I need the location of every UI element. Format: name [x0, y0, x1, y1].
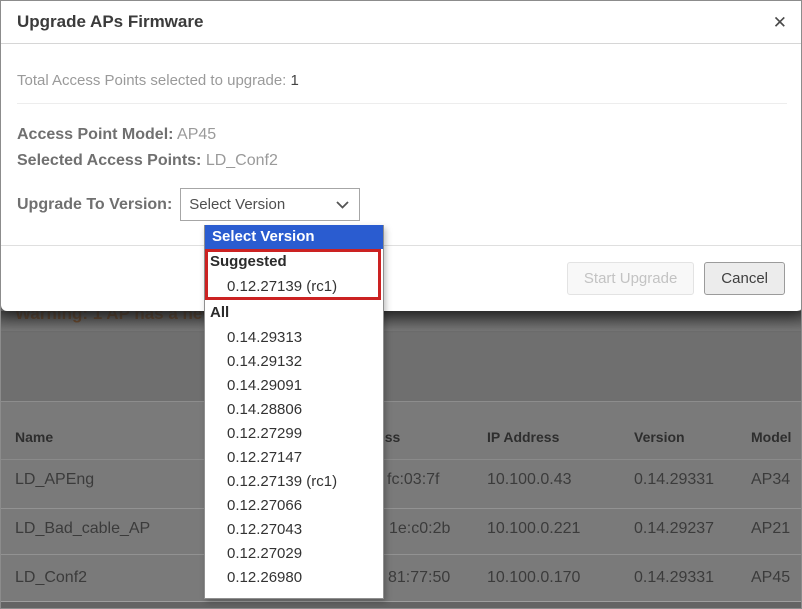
section-divider — [1, 401, 801, 402]
dialog-body: Total Access Points selected to upgrade:… — [1, 72, 802, 221]
selected-count-label: Total Access Points selected to upgrade: — [17, 72, 286, 89]
close-icon[interactable]: ✕ — [773, 14, 787, 31]
table-row-model: AP45 — [751, 569, 790, 587]
divider — [17, 103, 787, 104]
access-point-model-line: Access Point Model: AP45 — [17, 122, 787, 148]
table-row-name: LD_APEng — [15, 471, 94, 489]
dropdown-option[interactable]: 0.12.27139 (rc1) — [205, 274, 383, 300]
dialog-title: Upgrade APs Firmware — [17, 12, 203, 32]
upgrade-version-row: Upgrade To Version: Select Version — [17, 188, 787, 221]
cancel-button[interactable]: Cancel — [704, 262, 785, 295]
table-row-version: 0.14.29237 — [634, 520, 714, 538]
modal-drop-shadow — [1, 311, 801, 333]
selected-access-points-label: Selected Access Points: — [17, 152, 201, 169]
table-row-mac: 81:77:50 — [388, 569, 450, 587]
upgrade-to-version-label: Upgrade To Version: — [17, 196, 172, 214]
table-row-name: LD_Bad_cable_AP — [15, 520, 150, 538]
table-row-version: 0.14.29331 — [634, 471, 714, 489]
dropdown-option[interactable]: 0.14.29091 — [205, 374, 383, 398]
access-point-model-value: AP45 — [177, 126, 216, 143]
version-dropdown-list: Select Version Suggested 0.12.27139 (rc1… — [204, 225, 384, 599]
column-header-version: Version — [634, 429, 685, 445]
dropdown-option[interactable]: 0.14.29313 — [205, 326, 383, 350]
dropdown-option[interactable]: 0.12.26980 — [205, 566, 383, 590]
dropdown-option[interactable]: 0.14.29132 — [205, 350, 383, 374]
screen: Warning: 1 AP has a newer version alread… — [0, 0, 802, 609]
access-point-model-label: Access Point Model: — [17, 126, 173, 143]
table-row-version: 0.14.29331 — [634, 569, 714, 587]
chevron-down-icon — [336, 201, 349, 209]
table-row-model: AP21 — [751, 520, 790, 538]
column-header-ip: IP Address — [487, 429, 559, 445]
info-fields: Access Point Model: AP45 Selected Access… — [17, 122, 787, 174]
table-row-name: LD_Conf2 — [15, 569, 87, 587]
selected-count-value: 1 — [291, 72, 299, 89]
dropdown-option[interactable]: 0.14.28806 — [205, 398, 383, 422]
dropdown-option[interactable]: 0.12.27066 — [205, 494, 383, 518]
column-header-name: Name — [15, 429, 53, 445]
dropdown-option[interactable]: 0.12.27147 — [205, 446, 383, 470]
background-toolbar-band — [1, 331, 801, 401]
selected-count-line: Total Access Points selected to upgrade:… — [17, 72, 787, 89]
version-select-value: Select Version — [189, 196, 285, 213]
selected-access-points-line: Selected Access Points: LD_Conf2 — [17, 148, 787, 174]
upgrade-aps-firmware-dialog: Upgrade APs Firmware ✕ Total Access Poin… — [1, 1, 802, 311]
row-separator — [1, 508, 801, 509]
dropdown-option[interactable]: 0.12.27139 (rc1) — [205, 470, 383, 494]
clipped-next-row — [1, 602, 801, 609]
version-select[interactable]: Select Version — [180, 188, 360, 221]
start-upgrade-button[interactable]: Start Upgrade — [567, 262, 694, 295]
dialog-header: Upgrade APs Firmware ✕ — [1, 1, 802, 44]
dropdown-group-all: All — [205, 300, 383, 326]
column-header-model: Model — [751, 429, 791, 445]
table-row-mac: fc:03:7f — [387, 471, 439, 489]
table-row-ip: 10.100.0.221 — [487, 520, 580, 538]
row-separator — [1, 554, 801, 555]
table-row-ip: 10.100.0.170 — [487, 569, 580, 587]
dropdown-group-suggested: Suggested — [205, 249, 383, 274]
table-row-ip: 10.100.0.43 — [487, 471, 572, 489]
dropdown-option[interactable]: 0.12.27299 — [205, 422, 383, 446]
table-row-model: AP34 — [751, 471, 790, 489]
table-header-separator — [1, 459, 801, 460]
table-row-mac: 1e:c0:2b — [389, 520, 450, 538]
dropdown-option[interactable]: 0.12.27043 — [205, 518, 383, 542]
dropdown-option-select-version[interactable]: Select Version — [205, 225, 383, 249]
selected-access-points-value: LD_Conf2 — [206, 152, 278, 169]
dialog-footer: Start Upgrade Cancel — [1, 245, 802, 311]
dropdown-option[interactable]: 0.12.27029 — [205, 542, 383, 566]
